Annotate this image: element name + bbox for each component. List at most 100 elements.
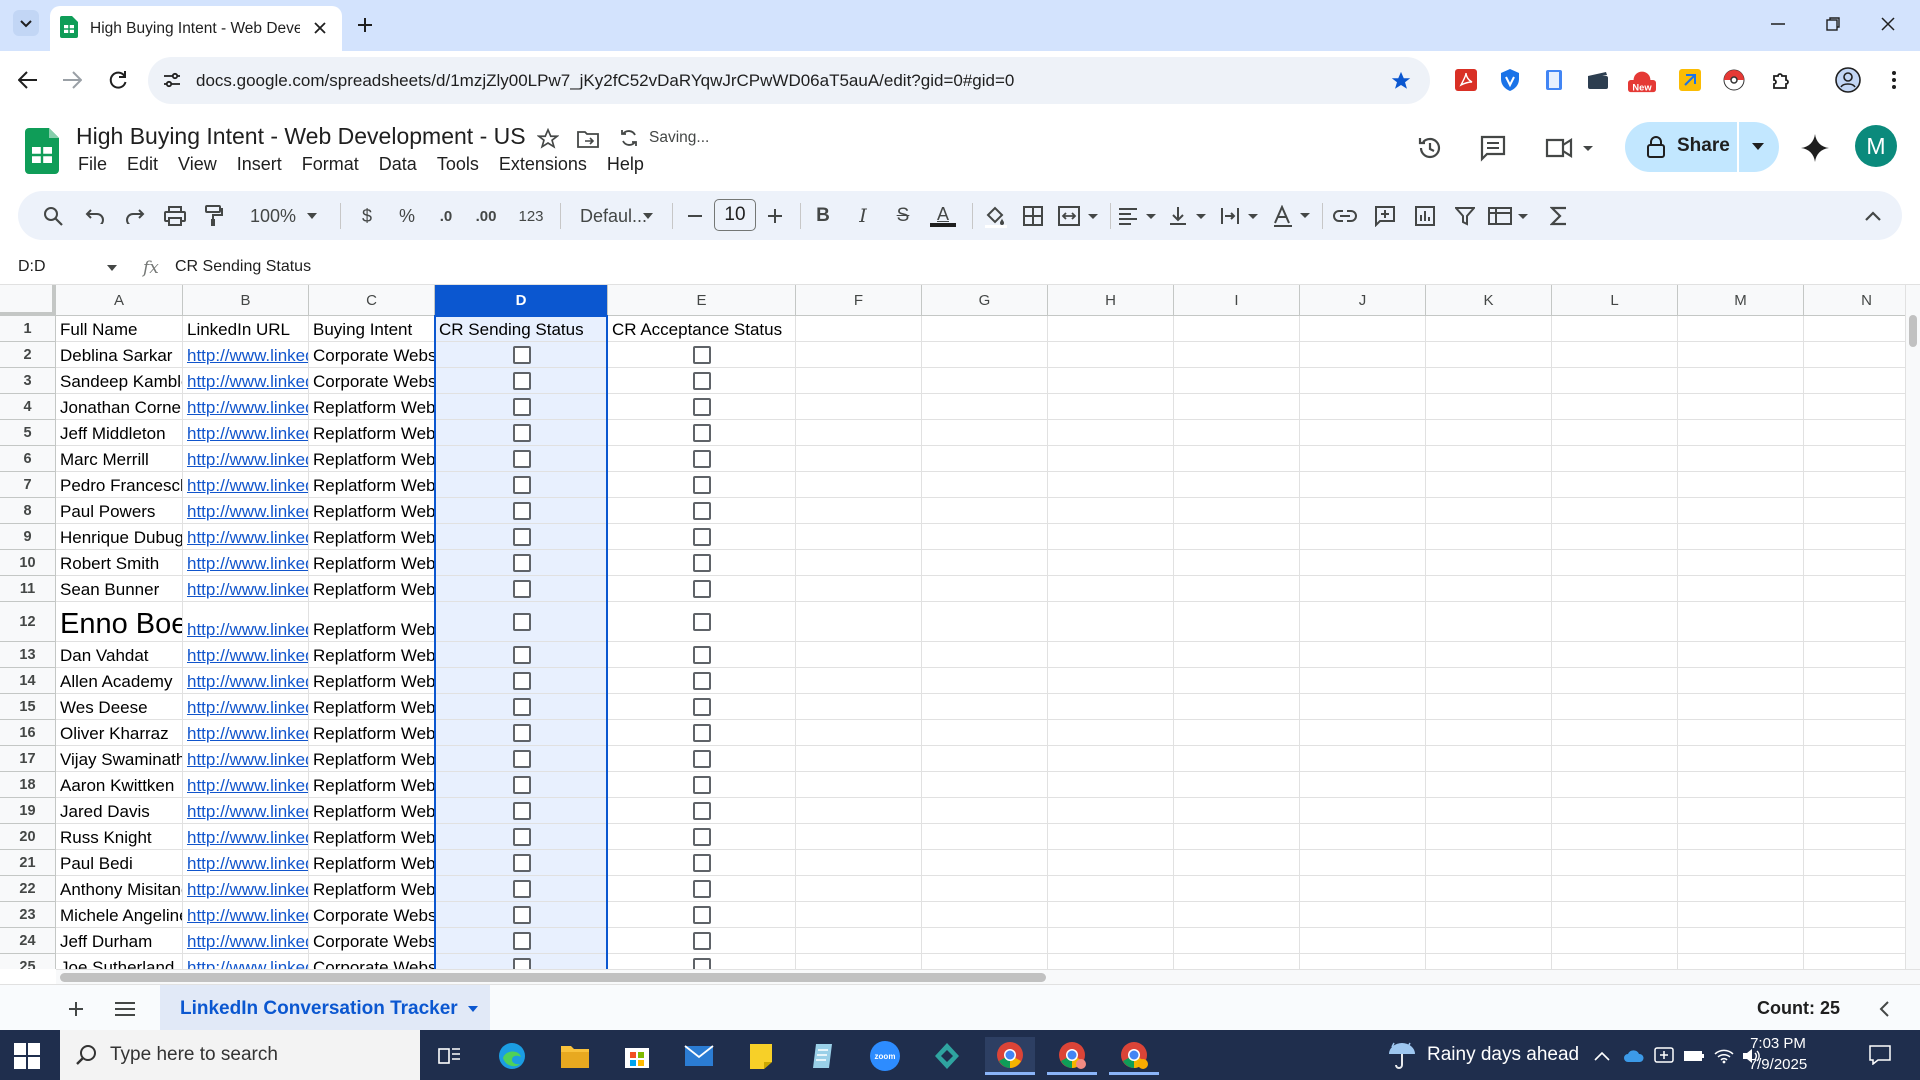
cr-sending-checkbox[interactable]	[512, 424, 531, 442]
browser-menu-kebab-icon[interactable]	[1880, 66, 1908, 94]
cr-acceptance-checkbox[interactable]	[693, 528, 711, 546]
cell[interactable]	[922, 902, 1048, 928]
comments-icon[interactable]	[1476, 131, 1510, 165]
cell[interactable]	[1804, 746, 1905, 772]
cell[interactable]	[796, 316, 922, 342]
collapse-toolbar-chevron-icon[interactable]	[1860, 203, 1886, 229]
star-document-icon[interactable]	[535, 126, 561, 152]
decrease-decimal-button[interactable]: .0	[432, 203, 460, 229]
cell[interactable]	[1426, 602, 1552, 642]
cell[interactable]	[1048, 928, 1174, 954]
cell[interactable]	[1426, 694, 1552, 720]
cell[interactable]	[796, 668, 922, 694]
windows-start-icon[interactable]	[14, 1043, 40, 1069]
buying-intent-cell[interactable]: Replatform Website	[309, 876, 435, 902]
cell[interactable]	[1552, 394, 1678, 420]
row-header[interactable]: 14	[0, 668, 56, 694]
cell[interactable]	[1048, 394, 1174, 420]
menu-file[interactable]: File	[68, 154, 117, 175]
cell[interactable]	[1300, 798, 1426, 824]
header-cell[interactable]: LinkedIn URL	[183, 316, 309, 342]
undo-icon[interactable]	[82, 203, 108, 229]
name-cell[interactable]: Sandeep Kamble	[56, 368, 183, 394]
cell[interactable]	[1174, 928, 1300, 954]
buying-intent-cell[interactable]: Replatform Website	[309, 642, 435, 668]
more-formats-button[interactable]: 123	[514, 203, 548, 229]
name-cell[interactable]: Joe Sutherland	[56, 954, 183, 969]
name-cell[interactable]: Jared Davis	[56, 798, 183, 824]
cell[interactable]	[1678, 602, 1804, 642]
linkedin-url-cell[interactable]: http://www.linkedin	[183, 446, 309, 472]
cr-acceptance-checkbox[interactable]	[693, 828, 711, 846]
linkedin-url-cell[interactable]: http://www.linkedin	[183, 720, 309, 746]
linkedin-url-cell[interactable]: http://www.linkedin	[183, 798, 309, 824]
cell[interactable]	[1300, 420, 1426, 446]
cell[interactable]	[1300, 954, 1426, 969]
cell[interactable]	[922, 316, 1048, 342]
cell[interactable]	[796, 928, 922, 954]
buying-intent-cell[interactable]: Replatform Website	[309, 772, 435, 798]
cell[interactable]	[1426, 642, 1552, 668]
buying-intent-cell[interactable]: Corporate Website	[309, 928, 435, 954]
menu-format[interactable]: Format	[292, 154, 369, 175]
cell[interactable]	[796, 472, 922, 498]
linkedin-url-cell[interactable]: http://www.linkedin	[183, 772, 309, 798]
cell[interactable]	[796, 824, 922, 850]
notifications-icon[interactable]	[1868, 1043, 1892, 1067]
buying-intent-cell[interactable]: Corporate Website	[309, 342, 435, 368]
buying-intent-cell[interactable]: Replatform Website	[309, 524, 435, 550]
cell[interactable]	[796, 368, 922, 394]
pdf-extension-icon[interactable]	[1452, 66, 1480, 94]
cell[interactable]	[1552, 498, 1678, 524]
cell[interactable]	[1300, 746, 1426, 772]
taskbar-search-box[interactable]: Type here to search	[60, 1030, 420, 1080]
window-close-icon[interactable]	[1870, 10, 1906, 38]
browser-tab-active[interactable]: High Buying Intent - Web Deve	[50, 6, 342, 51]
cell[interactable]	[1804, 498, 1905, 524]
cell[interactable]	[1174, 850, 1300, 876]
cell[interactable]	[1426, 772, 1552, 798]
cell[interactable]	[1678, 472, 1804, 498]
cell[interactable]	[1552, 576, 1678, 602]
cell[interactable]	[1048, 668, 1174, 694]
linkedin-url-cell[interactable]: http://www.linkedin	[183, 954, 309, 969]
name-cell[interactable]: Russ Knight	[56, 824, 183, 850]
cr-sending-checkbox[interactable]	[512, 932, 531, 950]
cell[interactable]	[1048, 316, 1174, 342]
cell[interactable]	[1300, 642, 1426, 668]
cell[interactable]	[1300, 316, 1426, 342]
cr-acceptance-checkbox[interactable]	[693, 698, 711, 716]
cell[interactable]	[1552, 602, 1678, 642]
cell[interactable]	[1552, 342, 1678, 368]
cr-sending-checkbox[interactable]	[512, 528, 531, 546]
cell[interactable]	[1048, 446, 1174, 472]
buying-intent-cell[interactable]: Replatform Website	[309, 668, 435, 694]
increase-decimal-button[interactable]: .00	[468, 203, 504, 229]
buying-intent-cell[interactable]: Corporate Website	[309, 902, 435, 928]
file-explorer-icon[interactable]	[550, 1037, 600, 1075]
sheets-logo-icon[interactable]	[25, 128, 59, 174]
cell[interactable]	[1804, 602, 1905, 642]
cr-sending-checkbox[interactable]	[512, 450, 531, 468]
format-percent-button[interactable]: %	[396, 203, 418, 229]
row-header[interactable]: 2	[0, 342, 56, 368]
cell[interactable]	[1678, 772, 1804, 798]
cr-sending-checkbox[interactable]	[512, 672, 531, 690]
add-sheet-plus-icon[interactable]	[64, 997, 88, 1021]
linkedin-url-cell[interactable]: http://www.linkedin	[183, 928, 309, 954]
clock-time[interactable]: 7:03 PM	[1738, 1035, 1818, 1052]
cell[interactable]	[1678, 694, 1804, 720]
cell[interactable]	[1426, 668, 1552, 694]
cr-sending-checkbox[interactable]	[512, 476, 531, 494]
cell[interactable]	[1300, 446, 1426, 472]
cell[interactable]	[922, 954, 1048, 969]
cell[interactable]	[1804, 694, 1905, 720]
all-sheets-menu-icon[interactable]	[112, 997, 138, 1021]
cell[interactable]	[1552, 928, 1678, 954]
row-header[interactable]: 12	[0, 602, 56, 642]
name-cell[interactable]: Oliver Kharraz	[56, 720, 183, 746]
buying-intent-cell[interactable]: Replatform Website	[309, 394, 435, 420]
cr-sending-checkbox[interactable]	[512, 750, 531, 768]
cell[interactable]	[1174, 446, 1300, 472]
horizontal-align-icon[interactable]	[1118, 203, 1158, 229]
